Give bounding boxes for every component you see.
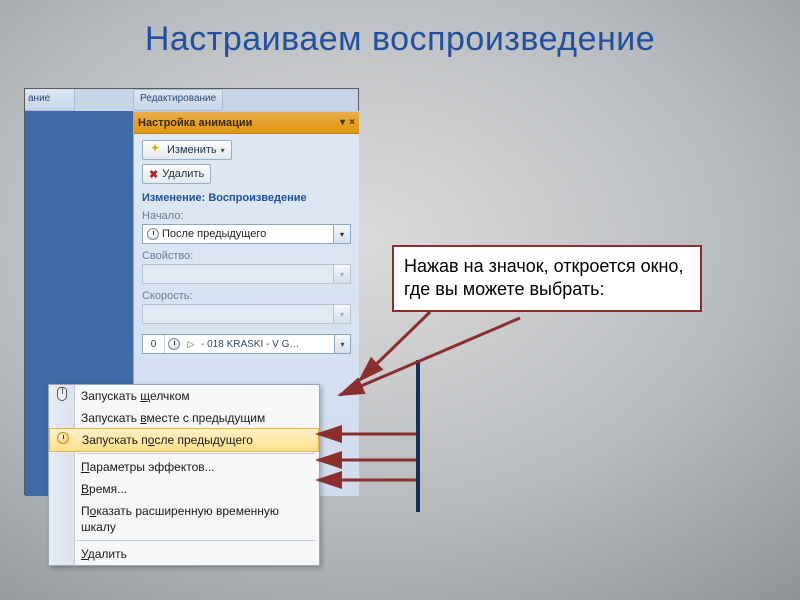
slide-title: Настраиваем воспроизведение — [0, 0, 800, 59]
pane-header: Настройка анимации ▾ × — [134, 112, 359, 134]
start-dropdown[interactable]: После предыдущего ▾ — [142, 224, 351, 244]
vertical-divider — [416, 360, 420, 512]
clock-icon — [147, 228, 159, 240]
start-label: Начало: — [142, 210, 351, 222]
speed-label: Скорость: — [142, 290, 351, 302]
start-value: После предыдущего — [162, 228, 266, 240]
remove-button[interactable]: ✖ Удалить — [142, 164, 211, 184]
x-icon: ✖ — [149, 168, 158, 181]
menu-timing[interactable]: Время... — [49, 478, 319, 500]
item-label: - 018 KRASKI - V G… — [199, 335, 334, 353]
menu-separator — [77, 540, 315, 541]
caret-down-icon: ▾ — [221, 146, 225, 155]
mouse-icon — [53, 387, 71, 405]
speed-dropdown: ▾ — [142, 304, 351, 324]
callout-text: Нажав на значок, откроется окно, где вы … — [404, 256, 683, 299]
clock-icon — [165, 335, 183, 353]
menu-start-after-previous[interactable]: Запускать после предыдущего — [49, 428, 319, 452]
menu-start-with-previous[interactable]: Запускать вместе с предыдущим — [49, 407, 319, 429]
animation-list-item[interactable]: 0 ▷ - 018 KRASKI - V G… ▾ — [142, 334, 351, 354]
callout-box: Нажав на значок, откроется окно, где вы … — [392, 245, 702, 312]
remove-button-label: Удалить — [162, 168, 204, 180]
property-label: Свойство: — [142, 250, 351, 262]
property-dropdown: ▾ — [142, 264, 351, 284]
menu-start-onclick[interactable]: Запускать щелчком — [49, 385, 319, 407]
menu-delete[interactable]: Удалить — [49, 543, 319, 565]
item-index: 0 — [143, 335, 165, 353]
context-menu: Запускать щелчком Запускать вместе с пре… — [48, 384, 320, 566]
star-icon — [149, 143, 163, 157]
clock-icon — [54, 432, 72, 448]
change-button[interactable]: Изменить ▾ — [142, 140, 232, 160]
dropdown-button-icon[interactable]: ▾ — [333, 225, 350, 243]
pane-dropdown-icon[interactable]: ▾ — [340, 117, 345, 128]
menu-show-advanced-timeline[interactable]: Показать расширенную временную шкалу — [49, 500, 319, 538]
play-icon: ▷ — [183, 335, 199, 353]
menu-separator — [77, 453, 315, 454]
ribbon-fragment-left: ание — [25, 89, 75, 111]
menu-effect-options[interactable]: Параметры эффектов... — [49, 456, 319, 478]
pane-close-icon[interactable]: × — [349, 117, 355, 128]
item-dropdown-icon[interactable]: ▾ — [334, 335, 350, 353]
ribbon-fragment-edit: Редактирование — [133, 89, 223, 111]
section-label: Изменение: Воспроизведение — [142, 192, 351, 204]
pane-title: Настройка анимации — [138, 117, 252, 129]
change-button-label: Изменить — [167, 144, 217, 156]
